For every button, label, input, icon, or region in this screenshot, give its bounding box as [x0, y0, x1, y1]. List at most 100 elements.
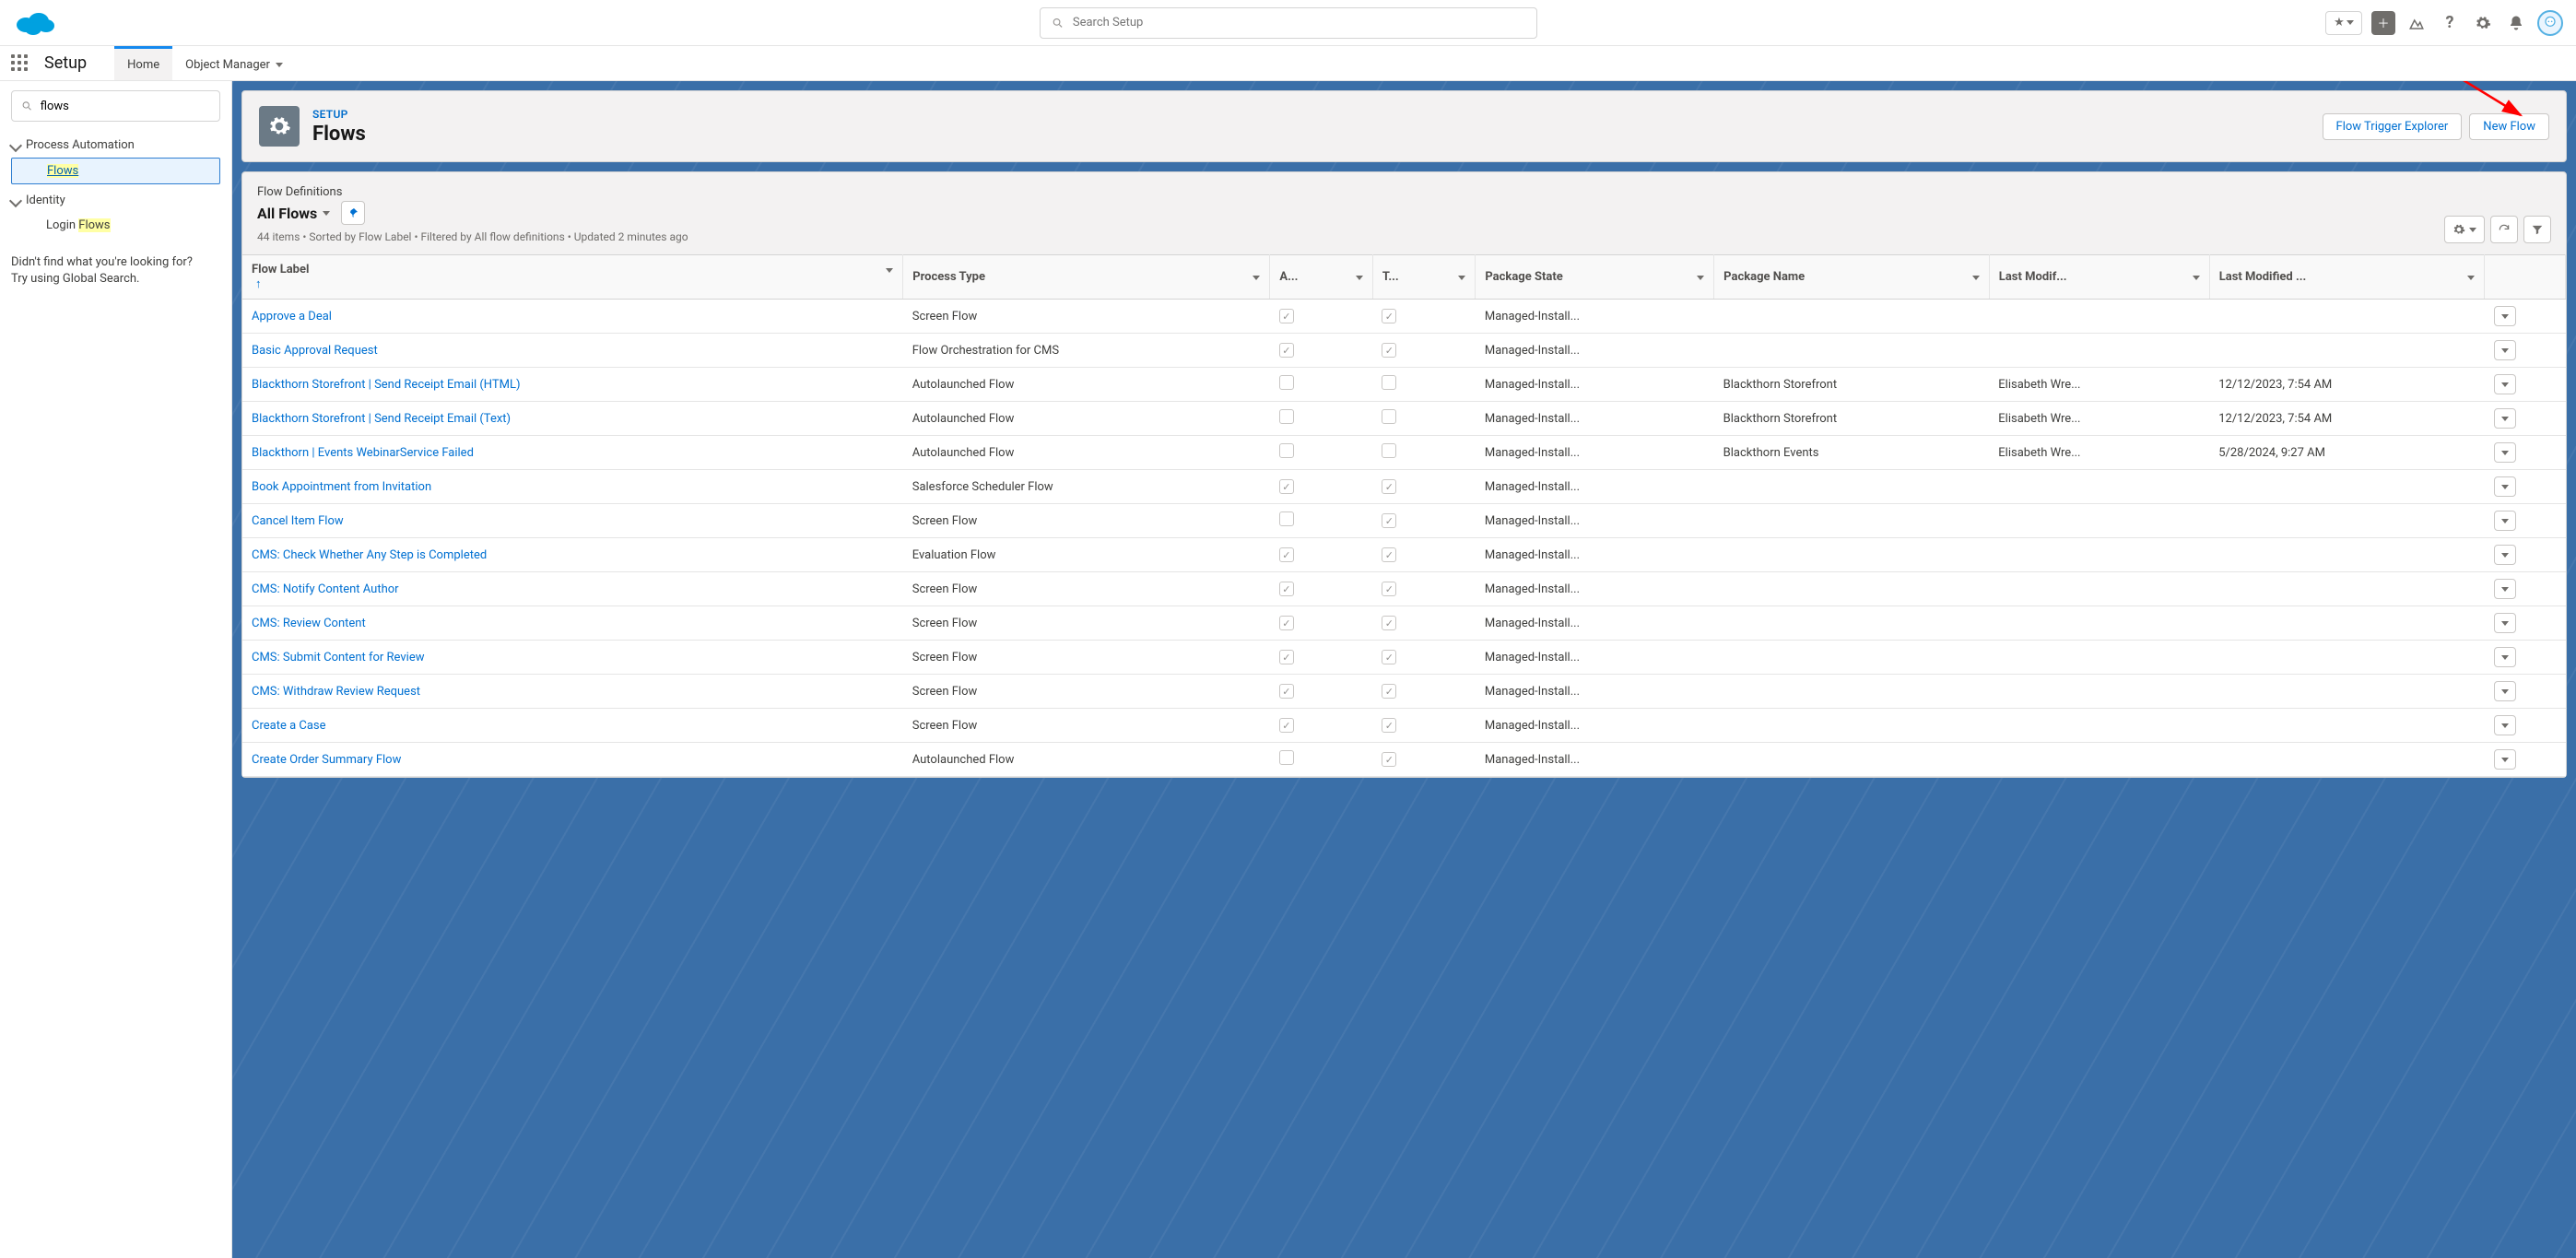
help-button[interactable]: ? — [2438, 11, 2462, 35]
flow-label-link[interactable]: CMS: Check Whether Any Step is Completed — [252, 548, 487, 562]
flow-label-link[interactable]: CMS: Notify Content Author — [252, 582, 399, 596]
flow-label-link[interactable]: Cancel Item Flow — [252, 514, 344, 528]
setup-gear-button[interactable] — [2471, 11, 2495, 35]
global-search[interactable] — [1040, 7, 1537, 39]
col-menu-button[interactable] — [1458, 270, 1465, 284]
col-menu-button[interactable] — [886, 263, 893, 276]
flow-label-link[interactable]: Book Appointment from Invitation — [252, 480, 431, 494]
cell-active — [1270, 368, 1372, 402]
col-header-pname[interactable]: Package Name — [1714, 255, 1990, 300]
col-menu-button[interactable] — [1356, 270, 1363, 284]
chevron-down-icon — [9, 194, 22, 206]
refresh-button[interactable] — [2490, 216, 2518, 243]
row-actions-button[interactable] — [2494, 647, 2516, 667]
col-header-label[interactable]: Flow Label — [242, 255, 903, 300]
col-header-a[interactable]: A... — [1270, 255, 1372, 300]
checkbox-icon — [1382, 752, 1396, 767]
search-icon — [21, 100, 33, 112]
cell-last-modified-by — [1989, 470, 2209, 504]
col-menu-button[interactable] — [2193, 270, 2200, 284]
sidebar-section-process-automation[interactable]: Process Automation — [11, 133, 220, 158]
table-row: Create a CaseScreen FlowManaged-Install.… — [242, 709, 2566, 743]
filter-button[interactable] — [2523, 216, 2551, 243]
bell-icon — [2508, 15, 2524, 31]
cell-last-modified-date — [2209, 641, 2485, 675]
flow-trigger-explorer-button[interactable]: Flow Trigger Explorer — [2323, 113, 2463, 140]
row-actions-button[interactable] — [2494, 681, 2516, 701]
row-actions-button[interactable] — [2494, 476, 2516, 497]
cell-package-state: Managed-Install... — [1476, 402, 1714, 436]
quick-find-input[interactable] — [41, 100, 210, 113]
row-actions-button[interactable] — [2494, 306, 2516, 326]
row-actions-button[interactable] — [2494, 749, 2516, 770]
global-create-button[interactable]: ＋ — [2371, 11, 2395, 35]
col-menu-button[interactable] — [2467, 270, 2475, 284]
col-header-lmb[interactable]: Last Modif... — [1989, 255, 2209, 300]
cell-package-state: Managed-Install... — [1476, 300, 1714, 334]
pin-list-button[interactable] — [341, 201, 365, 225]
sidebar-item-login-flows[interactable]: Login Flows — [11, 213, 220, 238]
cell-active — [1270, 300, 1372, 334]
row-actions-button[interactable] — [2494, 408, 2516, 429]
checkbox-icon — [1279, 616, 1294, 630]
breadcrumb: SETUP — [312, 108, 366, 121]
row-actions-button[interactable] — [2494, 613, 2516, 633]
cell-last-modified-by — [1989, 641, 2209, 675]
flow-label-link[interactable]: Blackthorn | Events WebinarService Faile… — [252, 446, 474, 460]
checkbox-icon — [1382, 443, 1396, 458]
cell-package-state: Managed-Install... — [1476, 504, 1714, 538]
flow-label-link[interactable]: Create Order Summary Flow — [252, 753, 401, 767]
list-settings-button[interactable] — [2444, 216, 2485, 243]
row-actions-button[interactable] — [2494, 442, 2516, 463]
sidebar-section-identity[interactable]: Identity — [11, 188, 220, 213]
cell-template — [1372, 300, 1475, 334]
checkbox-icon — [1279, 479, 1294, 494]
col-header-ptype[interactable]: Process Type — [903, 255, 1270, 300]
caret-down-icon[interactable] — [323, 211, 330, 216]
quick-find[interactable] — [11, 90, 220, 122]
table-row: CMS: Withdraw Review RequestScreen FlowM… — [242, 675, 2566, 709]
col-header-t[interactable]: T... — [1372, 255, 1475, 300]
flow-label-link[interactable]: Create a Case — [252, 719, 326, 733]
flow-label-link[interactable]: Approve a Deal — [252, 310, 332, 323]
list-view-name[interactable]: All Flows — [257, 205, 317, 222]
new-flow-button[interactable]: New Flow — [2469, 113, 2549, 140]
col-menu-button[interactable] — [1253, 270, 1260, 284]
row-actions-button[interactable] — [2494, 511, 2516, 531]
notifications-button[interactable] — [2504, 11, 2528, 35]
trailhead-button[interactable] — [2405, 11, 2429, 35]
checkbox-icon — [1279, 343, 1294, 358]
context-tab-home[interactable]: Home — [114, 46, 172, 80]
question-icon: ? — [2446, 13, 2454, 32]
flow-label-link[interactable]: Basic Approval Request — [252, 344, 378, 358]
col-header-pstate[interactable]: Package State — [1476, 255, 1714, 300]
context-tab-object-manager[interactable]: Object Manager — [172, 46, 296, 80]
flow-label-link[interactable]: CMS: Submit Content for Review — [252, 651, 425, 664]
flow-label-link[interactable]: CMS: Withdraw Review Request — [252, 685, 420, 699]
favorites-button[interactable]: ★ — [2325, 11, 2362, 35]
cell-last-modified-by: Elisabeth Wre... — [1989, 402, 2209, 436]
row-actions-button[interactable] — [2494, 579, 2516, 599]
col-menu-button[interactable] — [1697, 270, 1704, 284]
checkbox-icon — [1279, 511, 1294, 526]
salesforce-logo[interactable] — [13, 8, 57, 38]
app-launcher-button[interactable] — [11, 54, 29, 73]
cell-package-state: Managed-Install... — [1476, 470, 1714, 504]
gear-icon — [2475, 15, 2491, 31]
col-header-label: Process Type — [912, 270, 985, 284]
global-search-input[interactable] — [1073, 16, 1525, 29]
cell-package-name — [1714, 334, 1990, 368]
checkbox-icon — [1279, 582, 1294, 596]
flow-label-link[interactable]: Blackthorn Storefront | Send Receipt Ema… — [252, 378, 521, 392]
cell-active — [1270, 334, 1372, 368]
row-actions-button[interactable] — [2494, 545, 2516, 565]
col-header-lmd[interactable]: Last Modified ... — [2209, 255, 2485, 300]
row-actions-button[interactable] — [2494, 715, 2516, 735]
flow-label-link[interactable]: Blackthorn Storefront | Send Receipt Ema… — [252, 412, 511, 426]
user-avatar[interactable] — [2537, 10, 2563, 36]
flow-label-link[interactable]: CMS: Review Content — [252, 617, 366, 630]
row-actions-button[interactable] — [2494, 374, 2516, 394]
row-actions-button[interactable] — [2494, 340, 2516, 360]
sidebar-item-flows[interactable]: Flows — [11, 158, 220, 184]
col-menu-button[interactable] — [1972, 270, 1980, 284]
